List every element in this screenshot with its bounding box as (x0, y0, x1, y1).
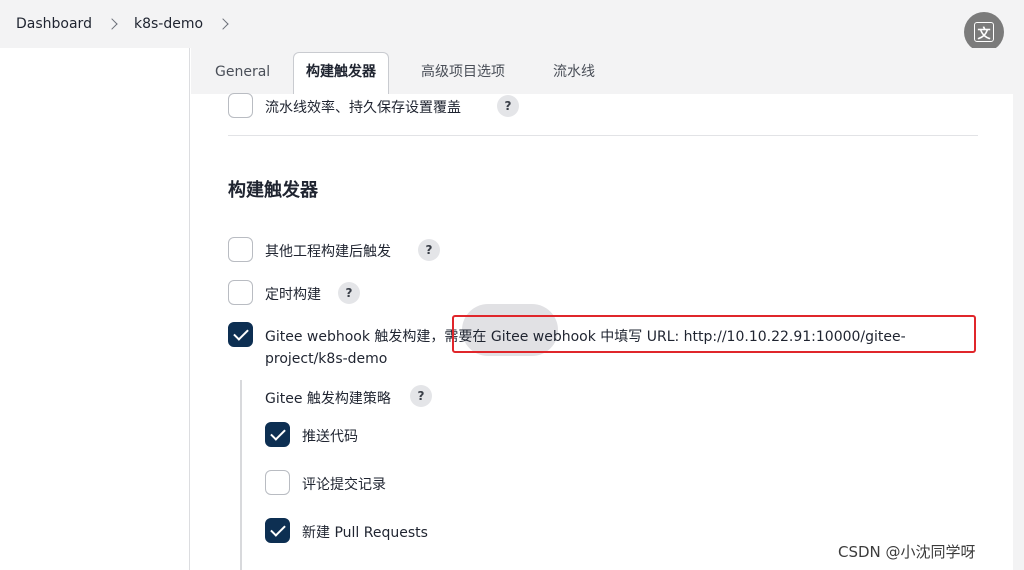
strategy-comment-commit-checkbox[interactable] (265, 470, 290, 495)
nested-options-line (240, 380, 242, 570)
translate-icon: 文 (974, 22, 994, 42)
pipeline-speed-label: 流水线效率、持久保存设置覆盖 (265, 100, 461, 116)
top-bar: Dashboard k8s-demo (0, 0, 1024, 48)
trigger-scheduled-build-label: 定时构建 (265, 287, 321, 303)
help-icon[interactable]: ? (418, 239, 440, 261)
strategy-push-code-checkbox[interactable] (265, 422, 290, 447)
breadcrumb: Dashboard k8s-demo (16, 14, 245, 34)
tab-pipeline[interactable]: 流水线 (541, 58, 607, 94)
breadcrumb-k8s-demo[interactable]: k8s-demo (134, 16, 203, 32)
section-title: 构建触发器 (228, 180, 318, 201)
translate-button[interactable]: 文 (964, 12, 1004, 52)
help-icon[interactable]: ? (410, 385, 432, 407)
strategy-new-pull-request-checkbox[interactable] (265, 518, 290, 543)
gitee-webhook-label-line2: project/k8s-demo (265, 351, 388, 367)
strategy-push-code-label: 推送代码 (302, 429, 358, 445)
gitee-webhook-checkbox[interactable] (228, 322, 253, 347)
trigger-after-other-build-checkbox[interactable] (228, 237, 253, 262)
trigger-scheduled-build-checkbox[interactable] (228, 280, 253, 305)
chevron-right-icon[interactable] (106, 18, 118, 30)
gitee-strategy-title: Gitee 触发构建策略 (265, 391, 391, 407)
annotation-box (452, 315, 976, 353)
tab-advanced-project-options[interactable]: 高级项目选项 (409, 58, 517, 94)
watermark: CSDN @小沈同学呀 (838, 543, 976, 561)
help-icon[interactable]: ? (497, 95, 519, 117)
strategy-comment-commit-label: 评论提交记录 (302, 477, 386, 493)
pipeline-speed-checkbox[interactable] (228, 93, 253, 118)
tab-general[interactable]: General (203, 58, 282, 94)
trigger-after-other-build-label: 其他工程构建后触发 (265, 244, 391, 260)
help-icon[interactable]: ? (338, 282, 360, 304)
breadcrumb-dashboard[interactable]: Dashboard (16, 16, 92, 32)
section-divider (228, 135, 978, 136)
strategy-new-pull-request-label: 新建 Pull Requests (302, 525, 428, 541)
scrollbar[interactable] (1013, 48, 1024, 570)
tab-build-triggers[interactable]: 构建触发器 (293, 52, 389, 94)
chevron-right-icon[interactable] (217, 18, 229, 30)
sidebar (0, 48, 190, 570)
config-tabs: General 构建触发器 高级项目选项 流水线 (191, 48, 1013, 94)
